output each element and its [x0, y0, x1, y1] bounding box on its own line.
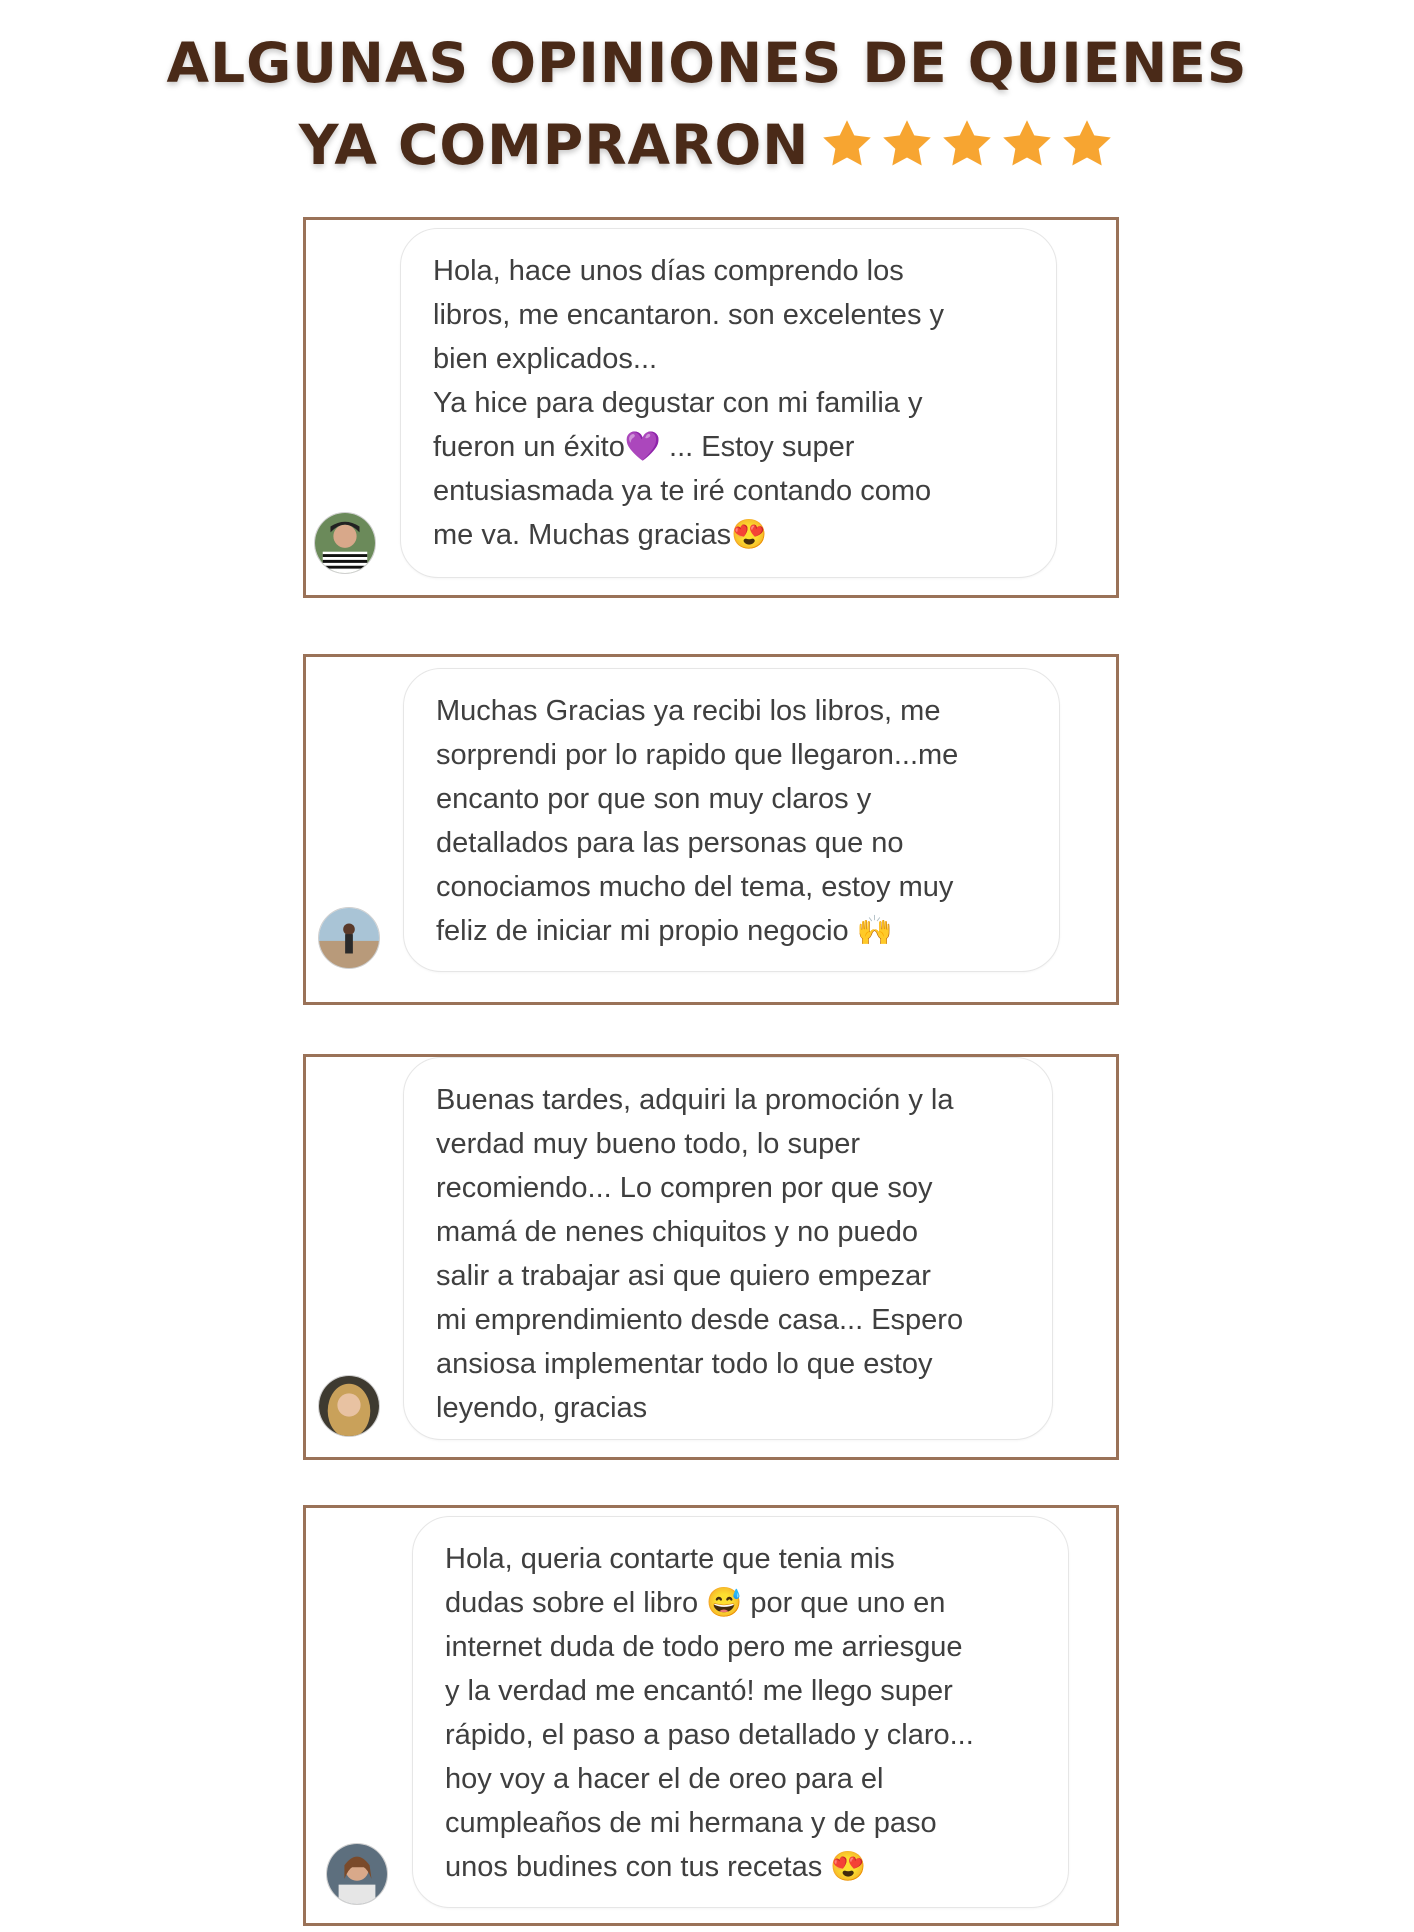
message-text: Muchas Gracias ya recibi los libros, me …	[436, 695, 959, 947]
title-line-1: ALGUNAS OPINIONES DE QUIENES	[166, 31, 1248, 95]
user-avatar-icon	[314, 512, 376, 574]
testimonial-card: Buenas tardes, adquiri la promoción y la…	[303, 1054, 1119, 1460]
star-icon	[883, 120, 932, 166]
message-text: Buenas tardes, adquiri la promoción y la…	[436, 1084, 964, 1424]
testimonial-card: Hola, hace unos días comprendo los libro…	[303, 217, 1119, 598]
message-text: Hola, queria contarte que tenia mis duda…	[445, 1543, 974, 1883]
message-bubble: Hola, hace unos días comprendo los libro…	[400, 228, 1057, 578]
message-text: Hola, hace unos días comprendo los libro…	[433, 255, 944, 551]
message-bubble: Hola, queria contarte que tenia mis duda…	[412, 1516, 1069, 1908]
star-icon	[823, 120, 872, 166]
user-avatar-icon	[318, 1375, 380, 1437]
star-icon	[1003, 120, 1052, 166]
star-icon	[1063, 120, 1112, 166]
message-bubble: Buenas tardes, adquiri la promoción y la…	[403, 1057, 1053, 1440]
star-icon	[943, 120, 992, 166]
user-avatar-icon	[326, 1843, 388, 1905]
message-bubble: Muchas Gracias ya recibi los libros, me …	[403, 668, 1060, 972]
rating-stars	[819, 116, 1115, 172]
title-line-2: YA COMPRARON	[0, 104, 1414, 186]
user-avatar-icon	[318, 907, 380, 969]
page-title: ALGUNAS OPINIONES DE QUIENES YA COMPRARO…	[0, 22, 1414, 186]
testimonial-card: Muchas Gracias ya recibi los libros, me …	[303, 654, 1119, 1005]
title-line-2-text: YA COMPRARON	[298, 113, 810, 177]
testimonial-card: Hola, queria contarte que tenia mis duda…	[303, 1505, 1119, 1926]
